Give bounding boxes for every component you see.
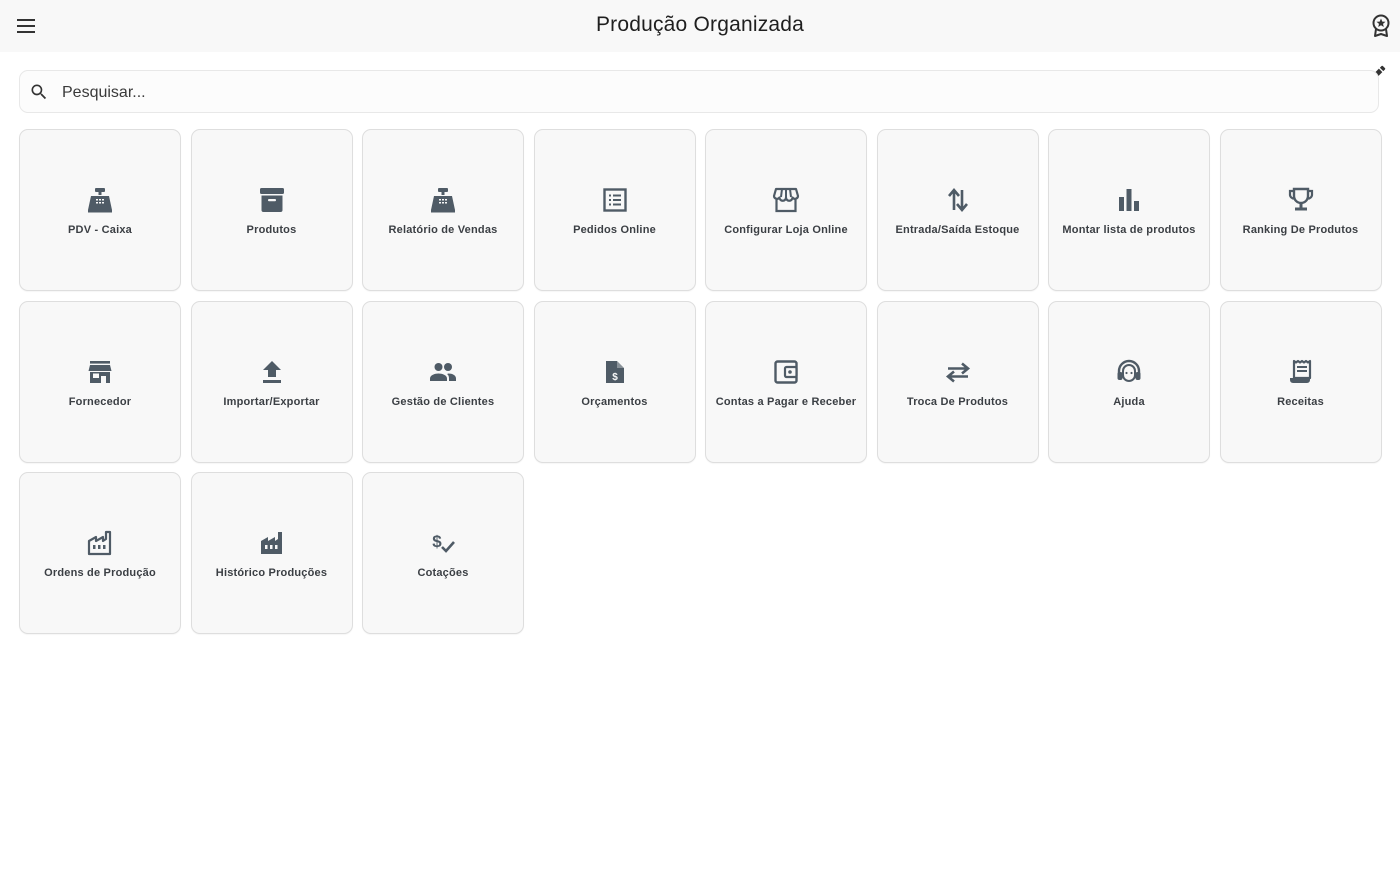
receipt-icon xyxy=(1287,358,1315,386)
storefront-icon xyxy=(772,186,800,214)
award-icon[interactable] xyxy=(1370,14,1392,38)
tile-label: Cotações xyxy=(417,567,469,579)
svg-text:$: $ xyxy=(432,532,442,551)
cash-register-icon xyxy=(86,186,114,214)
tile-contas-pagar-receber[interactable]: Contas a Pagar e Receber xyxy=(705,300,867,463)
list-document-icon xyxy=(601,186,629,214)
tile-label: Importar/Exportar xyxy=(223,395,320,408)
headset-icon xyxy=(1115,358,1143,386)
tile-label: Produtos xyxy=(246,224,297,236)
factory-icon xyxy=(258,529,286,557)
tile-label: Fornecedor xyxy=(68,395,132,408)
tile-label: Receitas xyxy=(1277,395,1324,408)
tile-label: Contas a Pagar e Receber xyxy=(715,395,857,408)
tile-label: Gestão de Clientes xyxy=(391,395,495,408)
tile-importar-exportar[interactable]: Importar/Exportar xyxy=(190,300,353,463)
tile-label: Montar lista de produtos xyxy=(1062,224,1196,236)
search-bar xyxy=(19,70,1379,113)
tile-label: Ajuda xyxy=(1113,395,1145,408)
tile-gestao-clientes[interactable]: Gestão de Clientes xyxy=(362,300,524,463)
search-icon xyxy=(29,82,49,102)
tile-montar-lista[interactable]: Montar lista de produtos xyxy=(1048,129,1210,291)
tile-pedidos-online[interactable]: Pedidos Online xyxy=(533,129,696,291)
wallet-icon xyxy=(772,358,800,386)
tile-historico-producoes[interactable]: Histórico Produções xyxy=(190,472,353,634)
tile-receitas[interactable]: Receitas xyxy=(1219,300,1382,463)
tile-configurar-loja-online[interactable]: Configurar Loja Online xyxy=(705,129,867,291)
tile-ranking-produtos[interactable]: Ranking De Produtos xyxy=(1219,129,1382,291)
tile-label: Pedidos Online xyxy=(573,224,656,236)
tile-orcamentos[interactable]: $ Orçamentos xyxy=(533,300,696,463)
tile-label: Ordens de Produção xyxy=(44,567,156,579)
tile-label: PDV - Caixa xyxy=(68,224,132,236)
tile-label: Entrada/Saída Estoque xyxy=(895,224,1020,236)
dollar-document-icon: $ xyxy=(601,358,629,386)
trophy-icon xyxy=(1287,186,1315,214)
tile-cotacoes[interactable]: $ Cotações xyxy=(362,472,524,634)
search-input[interactable] xyxy=(60,77,1364,109)
tile-ajuda[interactable]: Ajuda xyxy=(1048,300,1210,463)
page-title: Produção Organizada xyxy=(595,13,805,36)
store-icon xyxy=(86,358,114,386)
price-check-icon: $ xyxy=(429,529,457,557)
module-grid: PDV - Caixa Produtos Relatório de Vendas xyxy=(19,129,1382,634)
tile-label: Troca De Produtos xyxy=(906,395,1009,408)
tile-produtos[interactable]: Produtos xyxy=(190,129,353,291)
tile-label: Configurar Loja Online xyxy=(724,224,848,236)
tile-label: Relatório de Vendas xyxy=(388,224,498,236)
tile-relatorio-vendas[interactable]: Relatório de Vendas xyxy=(362,129,524,291)
bar-chart-icon xyxy=(1115,186,1143,214)
app-bar: Produção Organizada xyxy=(0,0,1400,52)
svg-text:$: $ xyxy=(612,372,618,383)
people-icon xyxy=(429,358,457,386)
up-down-arrows-icon xyxy=(944,186,972,214)
tile-label: Ranking De Produtos xyxy=(1242,224,1359,236)
tile-fornecedor[interactable]: Fornecedor xyxy=(19,300,181,463)
tile-label: Orçamentos xyxy=(581,395,648,408)
tile-ordens-producao[interactable]: Ordens de Produção xyxy=(19,472,181,634)
tile-troca-produtos[interactable]: Troca De Produtos xyxy=(876,300,1039,463)
archive-box-icon xyxy=(258,186,286,214)
factory-outline-icon xyxy=(86,529,114,557)
cash-register-icon xyxy=(429,186,457,214)
tile-pdv-caixa[interactable]: PDV - Caixa xyxy=(19,129,181,291)
tile-entrada-saida-estoque[interactable]: Entrada/Saída Estoque xyxy=(876,129,1039,291)
swap-arrows-icon xyxy=(944,358,972,386)
tile-label: Histórico Produções xyxy=(215,567,328,579)
upload-icon xyxy=(258,358,286,386)
